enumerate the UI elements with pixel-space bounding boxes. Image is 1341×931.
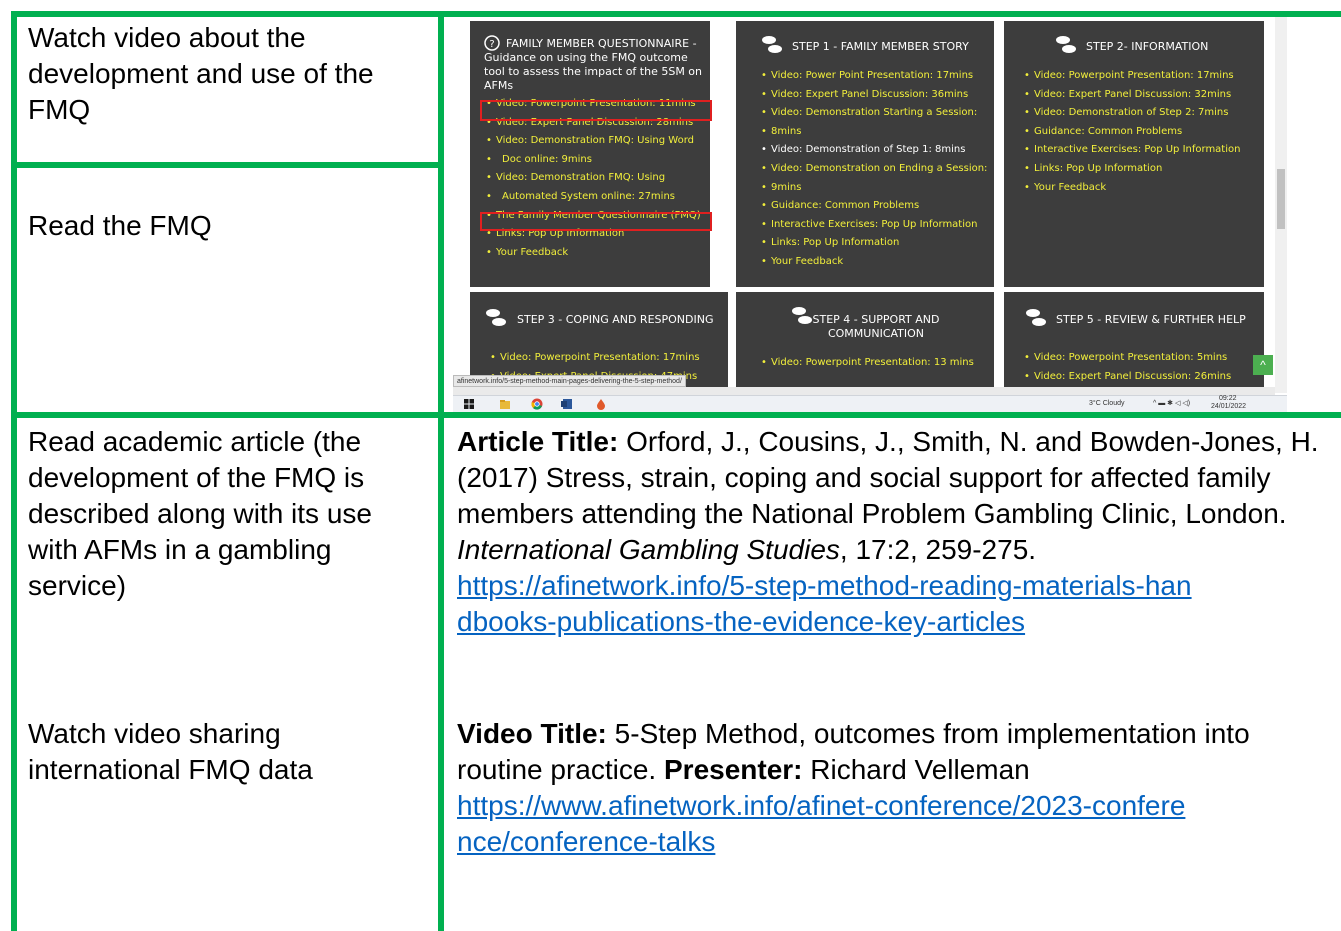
list-item[interactable]: Video: Demonstration on Ending a Session… [761, 160, 987, 179]
tile-step-4[interactable]: STEP 4 - SUPPORT AND COMMUNICATION Video… [736, 292, 994, 392]
article-volume: , 17:2, 259-275. [839, 534, 1037, 565]
row-4-label: Watch video sharing international FMQ da… [28, 718, 313, 785]
presenter-name: Richard Velleman [802, 754, 1030, 785]
list-item[interactable]: Your Feedback [1024, 179, 1240, 198]
tile-step-2-title: STEP 2- INFORMATION [1086, 40, 1209, 53]
tile-step-5[interactable]: STEP 5 - REVIEW & FURTHER HELP Video: Po… [1004, 292, 1264, 392]
list-item[interactable]: Video: Powerpoint Presentation: 5mins [1024, 349, 1231, 368]
list-item[interactable]: Doc online: 9mins [486, 151, 701, 170]
row-1-label: Watch video about the development and us… [28, 22, 374, 125]
journal-name: International Gambling Studies [457, 534, 840, 565]
clock-date[interactable]: 24/01/2022 [1211, 403, 1246, 411]
list-item[interactable]: Video: Powerpoint Presentation: 17mins [490, 349, 700, 368]
list-item[interactable]: Interactive Exercises: Pop Up Informatio… [761, 216, 987, 235]
tile-step-5-list: Video: Powerpoint Presentation: 5mins Vi… [1024, 349, 1231, 386]
windows-taskbar: 3°C Cloudy ^ ▬ ✱ ◁ ◁) 09:22 24/01/2022 [453, 395, 1287, 412]
embedded-screenshot: ? FAMILY MEMBER QUESTIONNAIRE - Guidance… [453, 17, 1287, 412]
list-item[interactable]: Links: Pop Up Information [1024, 160, 1240, 179]
list-item[interactable]: Video: Demonstration of Step 2: 7mins [1024, 104, 1240, 123]
word-icon[interactable] [561, 398, 573, 410]
list-item[interactable]: Video: Powerpoint Presentation: 13 mins [761, 354, 974, 373]
table-row-divider [11, 412, 1341, 418]
list-item[interactable]: Video: Expert Panel Discussion: 36mins [761, 86, 987, 105]
tile-fmq-title: FAMILY MEMBER QUESTIONNAIRE - Guidance o… [484, 37, 703, 92]
row-2-label: Read the FMQ [28, 210, 212, 241]
list-item[interactable]: Video: Expert Panel Discussion: 26mins [1024, 368, 1231, 387]
row-3-label: Read academic article (the development o… [28, 426, 372, 601]
presenter-label: Presenter: [664, 754, 803, 785]
weather-status[interactable]: 3°C Cloudy [1089, 398, 1124, 410]
video-title-label: Video Title: [457, 718, 607, 749]
list-item[interactable]: Video: Power Point Presentation: 17mins [761, 67, 987, 86]
list-item[interactable]: Your Feedback [761, 253, 987, 272]
scrollbar-thumb[interactable] [1277, 169, 1285, 229]
list-item[interactable]: Video: Powerpoint Presentation: 17mins [1024, 67, 1240, 86]
back-to-top-button[interactable]: ^ [1253, 355, 1273, 375]
horizontal-scrollbar[interactable] [453, 387, 1275, 395]
table-border-left [11, 11, 17, 931]
article-title-label: Article Title: [457, 426, 619, 457]
tile-step-4-list: Video: Powerpoint Presentation: 13 mins [761, 354, 974, 373]
list-item[interactable]: Guidance: Common Problems [761, 197, 987, 216]
list-item[interactable]: Video: Demonstration FMQ: Using Word [486, 132, 701, 151]
list-item[interactable]: Links: Pop Up Information [761, 234, 987, 253]
video-details: Video Title: 5-Step Method, outcomes fro… [457, 716, 1333, 860]
article-link[interactable]: https://afinetwork.info/5-step-method-re… [457, 568, 1197, 640]
list-item[interactable]: 8mins [761, 123, 987, 142]
tile-fmq[interactable]: ? FAMILY MEMBER QUESTIONNAIRE - Guidance… [470, 21, 712, 287]
tile-step-2-list: Video: Powerpoint Presentation: 17mins V… [1024, 67, 1240, 197]
list-item[interactable]: Video: Demonstration FMQ: Using [486, 169, 701, 188]
clock-time[interactable]: 09:22 [1219, 395, 1237, 403]
list-item[interactable]: Video: Expert Panel Discussion: 32mins [1024, 86, 1240, 105]
list-item[interactable]: Video: Demonstration of Step 1: 8mins [761, 141, 987, 160]
table-row-divider [11, 162, 444, 168]
highlight-box [480, 212, 712, 231]
chrome-icon[interactable] [531, 398, 543, 410]
windows-start-icon[interactable] [463, 398, 475, 410]
tile-step-1[interactable]: STEP 1 - FAMILY MEMBER STORY Video: Powe… [736, 21, 994, 287]
tile-step-5-title: STEP 5 - REVIEW & FURTHER HELP [1056, 313, 1246, 326]
tile-step-2[interactable]: STEP 2- INFORMATION Video: Powerpoint Pr… [1004, 21, 1264, 287]
footprints-icon [762, 36, 782, 53]
tile-step-1-title: STEP 1 - FAMILY MEMBER STORY [792, 40, 969, 53]
tile-step-4-title: STEP 4 - SUPPORT AND COMMUNICATION [812, 313, 940, 340]
list-item[interactable]: Guidance: Common Problems [1024, 123, 1240, 142]
app-droplet-icon[interactable] [595, 398, 607, 410]
list-item[interactable]: Automated System online: 27mins [486, 188, 701, 207]
video-link[interactable]: https://www.afinetwork.info/afinet-confe… [457, 788, 1197, 860]
list-item[interactable]: 9mins [761, 179, 987, 198]
system-tray-icons[interactable]: ^ ▬ ✱ ◁ ◁) [1153, 398, 1190, 410]
file-explorer-icon[interactable] [499, 398, 511, 410]
footprints-icon [1056, 36, 1076, 53]
tile-step-3-title: STEP 3 - COPING AND RESPONDING [517, 313, 714, 326]
list-item[interactable]: Your Feedback [486, 244, 701, 263]
list-item[interactable]: Video: Demonstration Starting a Session: [761, 104, 987, 123]
highlight-box [480, 100, 712, 121]
list-item[interactable]: Interactive Exercises: Pop Up Informatio… [1024, 141, 1240, 160]
table-column-divider [438, 11, 444, 931]
footprints-icon [1026, 309, 1046, 326]
article-citation: Article Title: Orford, J., Cousins, J., … [457, 424, 1333, 640]
tile-step-1-list: Video: Power Point Presentation: 17mins … [761, 67, 987, 272]
status-bar-url: afinetwork.info/5-step-method-main-pages… [453, 375, 686, 387]
footprints-icon [486, 309, 506, 326]
